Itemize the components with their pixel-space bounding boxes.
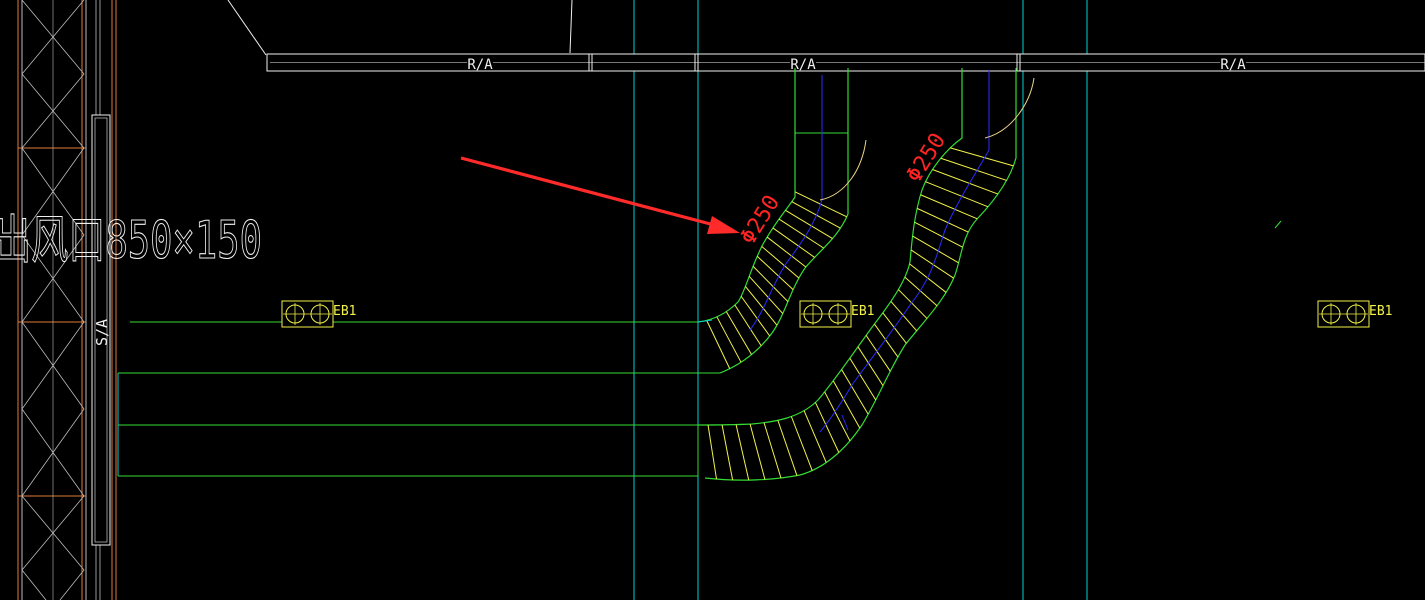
duct-rib	[849, 357, 877, 401]
duct-rib	[706, 320, 731, 369]
diameter-label-2: Φ250	[902, 129, 951, 187]
duct-rib	[857, 346, 884, 386]
duct-rib	[721, 424, 734, 481]
duct-rib	[745, 286, 778, 326]
straight-ducts	[118, 321, 720, 477]
duct-rib	[898, 289, 928, 319]
eb1-label-1: EB1	[333, 304, 356, 319]
outlet-label: 出风口850×150	[0, 211, 262, 271]
eb1-label-3: EB1	[1369, 304, 1392, 319]
duct-rib	[824, 391, 851, 442]
ra-label-1: R/A	[467, 57, 493, 73]
duct-rib	[790, 416, 813, 471]
return-air-strip: R/A R/A R/A	[266, 53, 1425, 73]
ceiling-outline	[227, 0, 573, 56]
duct-rib	[778, 218, 825, 249]
duct-rib	[749, 423, 766, 480]
duct-rib	[920, 194, 978, 220]
duct-rib	[740, 296, 771, 337]
eb1-device-2: EB1	[799, 300, 874, 328]
duct-rib	[725, 311, 752, 355]
duct-rib	[716, 316, 742, 363]
duct-rib	[707, 424, 717, 480]
eb1-label-2: EB1	[851, 304, 874, 319]
cad-drawing-canvas: S/A 出风口850×150 R/A R/A R/A Φ250 Φ250 EB1…	[0, 0, 1425, 600]
flex-duct-2	[697, 68, 1035, 481]
duct-rib	[925, 181, 989, 208]
eb1-device-1: EB1	[281, 300, 356, 328]
duct-rib	[832, 380, 861, 429]
sa-label: S/A	[93, 319, 111, 346]
duct-rib	[734, 304, 762, 347]
supply-air-grille: S/A	[91, 114, 111, 546]
eb1-device-3: EB1	[1317, 300, 1392, 328]
duct-rib	[841, 369, 869, 415]
grid-lines	[633, 0, 1088, 600]
duct-rib	[752, 265, 789, 302]
ra-label-3: R/A	[1220, 57, 1246, 73]
duct-rib	[910, 249, 954, 279]
duct-rib	[748, 275, 784, 314]
duct-rib	[785, 209, 833, 239]
duct-rib	[735, 424, 750, 481]
duct-rib	[874, 323, 899, 358]
ra-label-2: R/A	[790, 57, 816, 73]
duct-rib	[777, 420, 798, 476]
duct-rib	[763, 422, 782, 479]
